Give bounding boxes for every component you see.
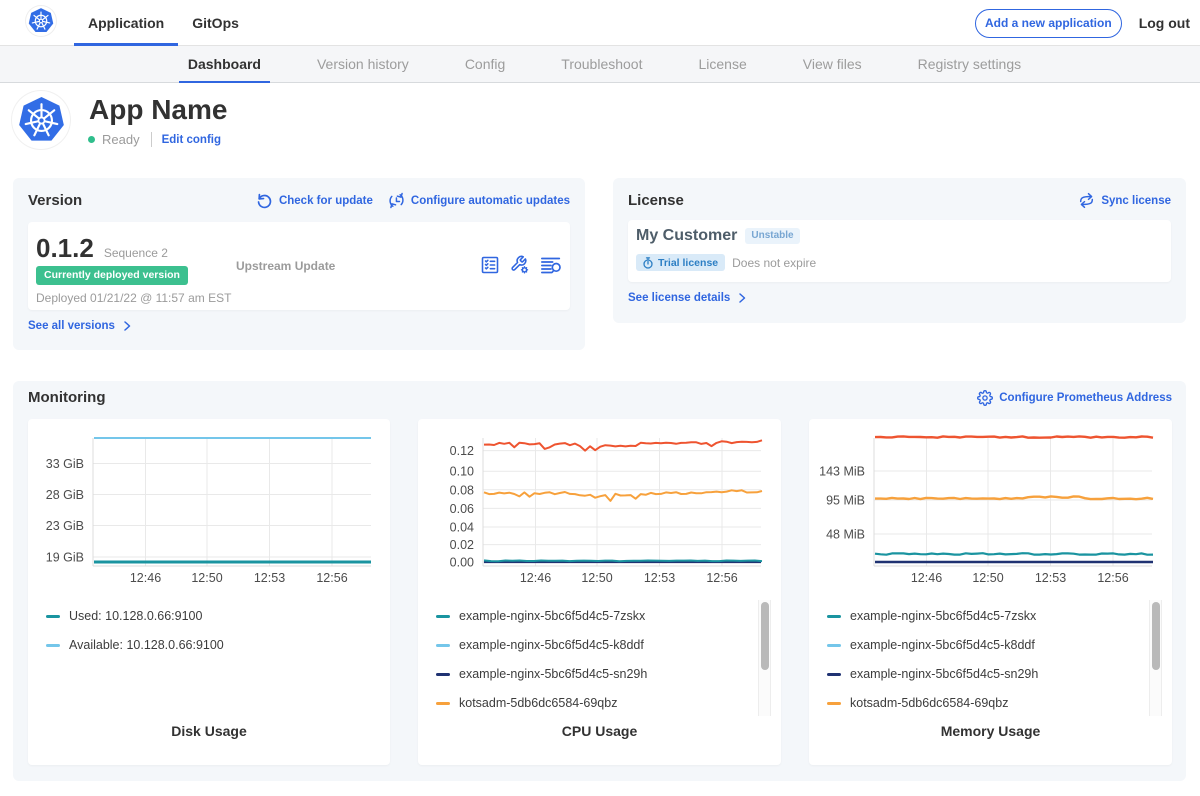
svg-text:12:46: 12:46 xyxy=(520,571,551,585)
svg-text:12:50: 12:50 xyxy=(972,571,1003,585)
svg-text:12:46: 12:46 xyxy=(911,571,942,585)
svg-text:12:53: 12:53 xyxy=(1035,571,1066,585)
svg-text:48 MiB: 48 MiB xyxy=(826,528,865,542)
svg-text:0.06: 0.06 xyxy=(450,502,474,516)
svg-text:12:50: 12:50 xyxy=(581,571,612,585)
svg-text:12:56: 12:56 xyxy=(706,571,737,585)
svg-text:0.02: 0.02 xyxy=(450,538,474,552)
svg-text:95 MiB: 95 MiB xyxy=(826,494,865,508)
svg-text:12:56: 12:56 xyxy=(1097,571,1128,585)
svg-text:33 GiB: 33 GiB xyxy=(46,457,84,471)
svg-text:0.10: 0.10 xyxy=(450,465,474,479)
svg-text:23 GiB: 23 GiB xyxy=(46,519,84,533)
svg-text:12:50: 12:50 xyxy=(191,571,222,585)
svg-text:12:53: 12:53 xyxy=(254,571,285,585)
svg-text:12:53: 12:53 xyxy=(644,571,675,585)
svg-text:19 GiB: 19 GiB xyxy=(46,551,84,565)
svg-text:0.04: 0.04 xyxy=(450,521,474,535)
svg-text:0.12: 0.12 xyxy=(450,444,474,458)
svg-text:0.08: 0.08 xyxy=(450,483,474,497)
svg-text:143 MiB: 143 MiB xyxy=(819,465,865,479)
svg-text:12:56: 12:56 xyxy=(316,571,347,585)
svg-text:0.00: 0.00 xyxy=(450,556,474,570)
svg-text:12:46: 12:46 xyxy=(130,571,161,585)
svg-text:28 GiB: 28 GiB xyxy=(46,488,84,502)
